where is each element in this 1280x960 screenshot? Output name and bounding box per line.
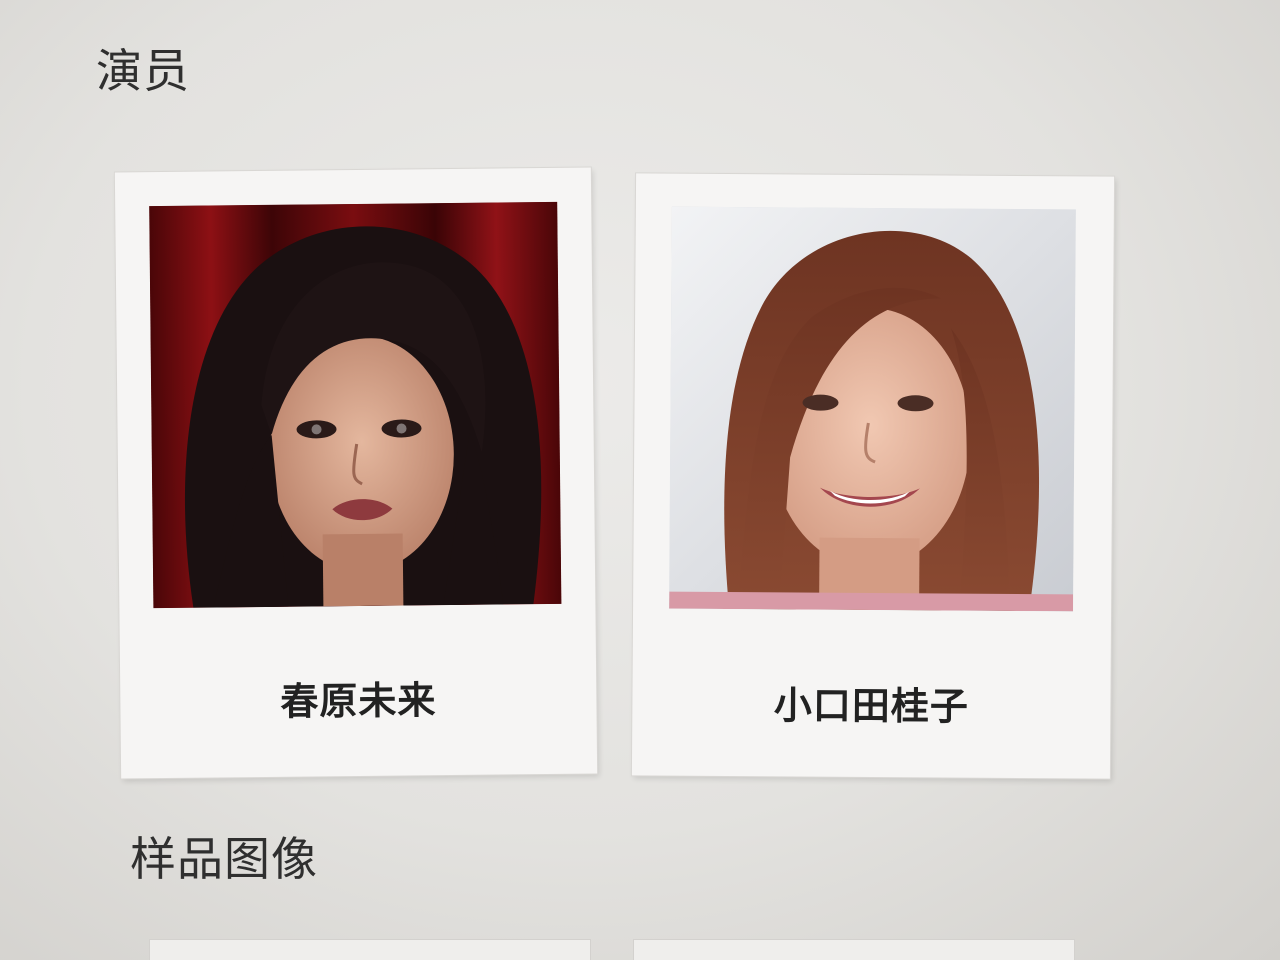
- actor-photo[interactable]: [149, 201, 562, 609]
- section-title-samples: 样品图像: [130, 832, 318, 886]
- section-title-actors: 演员: [96, 44, 190, 98]
- actor-card[interactable]: 春原未来: [114, 167, 598, 779]
- sample-image-thumbnail[interactable]: [634, 940, 1074, 960]
- actor-portrait-2: [669, 206, 1076, 612]
- sample-image-thumbnail[interactable]: [150, 940, 590, 960]
- actor-name[interactable]: 小口田桂子: [632, 683, 1110, 728]
- actor-photo[interactable]: [669, 206, 1076, 612]
- actor-name[interactable]: 春原未来: [120, 678, 596, 724]
- actor-card[interactable]: 小口田桂子: [631, 173, 1115, 779]
- actor-portrait-1: [149, 201, 562, 609]
